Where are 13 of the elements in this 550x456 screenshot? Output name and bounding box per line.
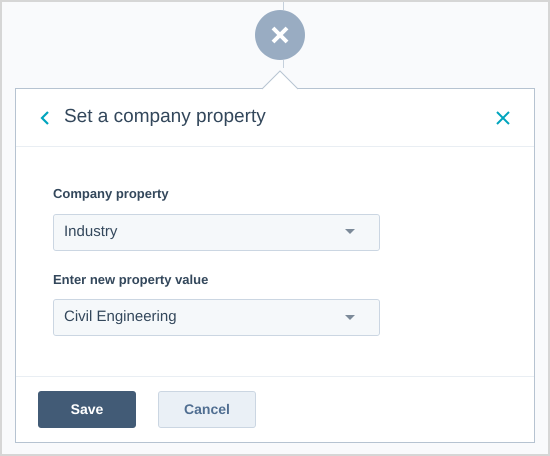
back-icon[interactable]: [40, 110, 50, 126]
dropdown-field[interactable]: Civil Engineering: [53, 299, 380, 336]
field-label: Company property: [53, 185, 170, 203]
close-icon[interactable]: [496, 110, 510, 124]
cancel-button[interactable]: Cancel: [158, 391, 256, 428]
delete-step-button[interactable]: [255, 10, 305, 60]
field-label: Enter new property value: [53, 270, 210, 289]
caret-icon: [345, 229, 355, 235]
close-icon: [271, 26, 289, 44]
panel-title: Set a company property: [64, 105, 266, 130]
caret-icon: [345, 314, 355, 320]
dropdown-field[interactable]: Industry: [53, 214, 380, 250]
save-button[interactable]: Save: [38, 391, 136, 428]
